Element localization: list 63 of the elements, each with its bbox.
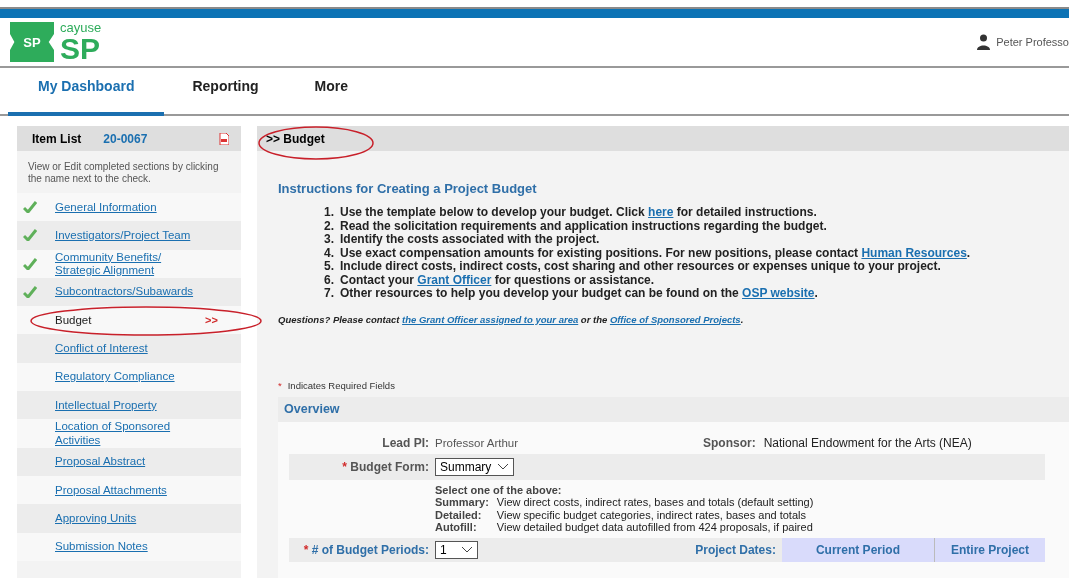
step-number: 6. — [323, 273, 334, 287]
sidebar-item[interactable]: Approving Units — [55, 511, 205, 525]
budget-form-help: Select one of the above: Summary: View direct costs, indirect rates, bases and totals (default setting) Detailed: View specific budget categories, indirect rates, bases and totals Autofill: View detailed budget data autofilled from 424 proposals, if paired — [435, 482, 815, 535]
instruction-step: Use the template below to develop your budget. Click here for detailed instructions. — [340, 206, 817, 220]
instruction-step: Use exact compensation amounts for existing positions. For new positions, please contact Human Resources. — [340, 246, 971, 260]
sidebar-item[interactable]: Intellectual Property — [55, 398, 205, 412]
sidebar-item[interactable]: Proposal Abstract — [55, 455, 205, 469]
sidebar-title: Item List — [32, 131, 82, 146]
nav-tab[interactable]: My Dashboard — [8, 68, 165, 116]
budget-periods-select[interactable]: 1 — [435, 540, 478, 559]
chevron-down-icon — [497, 462, 510, 471]
user-name[interactable]: Peter Professo — [996, 36, 1069, 48]
step-number: 2. — [323, 219, 334, 233]
step-number: 1. — [323, 206, 334, 220]
instructions-title: Instructions for Creating a Project Budget — [278, 181, 538, 196]
proposal-number: 20-0067 — [103, 131, 148, 146]
sponsor-value: National Endowment for the Arts (NEA) — [763, 435, 972, 450]
step-number: 3. — [323, 233, 334, 247]
logo-badge: SP — [10, 22, 54, 62]
field-label: Project Dates: — [695, 542, 776, 557]
link[interactable]: the Grant Officer assigned to your area — [402, 313, 579, 325]
chevron-down-icon — [460, 545, 473, 554]
link[interactable]: Office of Sponsored Projects — [609, 313, 741, 325]
user-icon — [977, 34, 991, 50]
required-note: Indicates Required Fields — [287, 379, 395, 391]
overview-title: Overview — [284, 402, 340, 416]
sidebar-item[interactable]: Submission Notes — [55, 540, 205, 554]
link[interactable]: Grant Officer — [417, 272, 492, 287]
sidebar-hint: View or Edit completed sections by clicking the name next to the check. — [27, 160, 220, 186]
field-label: Sponsor: — [703, 435, 756, 450]
column-header: Entire Project — [933, 537, 1045, 562]
link[interactable]: Human Resources — [861, 245, 967, 260]
nav-tab[interactable]: Reporting — [164, 68, 287, 116]
field-label: Lead PI: — [381, 435, 429, 450]
questions-note: Questions? Please contact the Grant Officer assigned to your area or the Office of Sponsored Projects. — [278, 313, 745, 325]
budget-form-select[interactable]: Summary — [435, 457, 515, 476]
pdf-icon[interactable] — [219, 132, 229, 145]
instruction-step: Read the solicitation requirements and application instructions regarding the budget. — [340, 219, 827, 233]
link[interactable]: here — [648, 205, 674, 219]
step-number: 5. — [323, 260, 334, 274]
current-marker: >> — [205, 314, 218, 327]
step-number: 4. — [323, 246, 334, 260]
lead-pi-value: Professor Arthur — [435, 436, 520, 449]
brand-logo: cayuse SP — [60, 20, 102, 64]
instruction-step: Include direct costs, indirect costs, cost sharing and other resources or expenses unique to your project. — [340, 260, 941, 274]
sidebar-item[interactable]: Proposal Attachments — [55, 483, 205, 497]
instruction-step: Other resources to help you develop your budget can be found on the OSP website. — [340, 287, 818, 301]
link[interactable]: OSP website — [742, 286, 815, 300]
required-mark: * — [278, 379, 282, 391]
field-label: # of Budget Periods: — [311, 542, 429, 557]
sidebar-item[interactable]: Regulatory Compliance — [55, 370, 205, 384]
sidebar-item[interactable]: Budget — [55, 313, 205, 327]
instruction-step: Identify the costs associated with the project. — [340, 233, 600, 247]
sidebar-item[interactable]: Location of Sponsored Activities — [55, 420, 205, 447]
step-number: 7. — [323, 287, 334, 301]
required-mark: * — [303, 542, 309, 557]
field-label: Budget Form: — [350, 459, 429, 474]
instruction-step: Contact your Grant Officer for questions or assistance. — [340, 273, 655, 287]
sidebar-item[interactable]: Conflict of Interest — [55, 342, 205, 356]
section-title: >> Budget — [266, 131, 325, 146]
required-mark: * — [342, 459, 347, 474]
nav-tab[interactable]: More — [286, 68, 377, 116]
column-header: Current Period — [781, 537, 934, 562]
